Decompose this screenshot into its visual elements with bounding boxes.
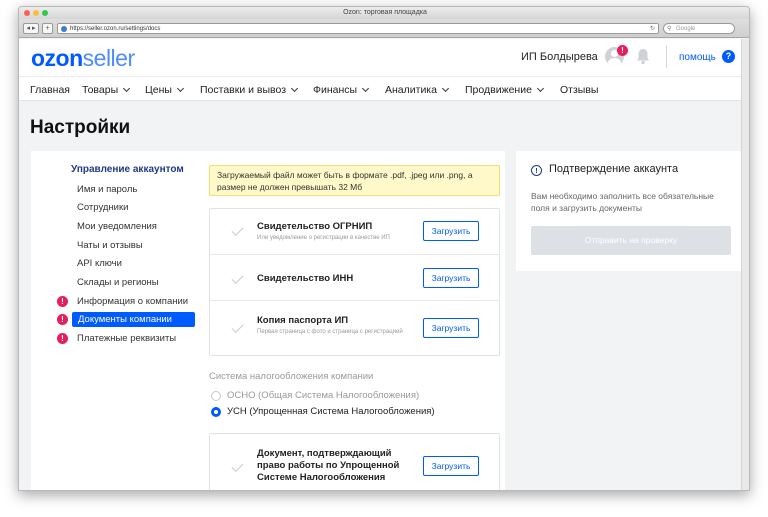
warning-icon: !	[57, 333, 68, 344]
user-name[interactable]: ИП Болдырева	[521, 51, 598, 63]
bell-icon[interactable]	[636, 48, 650, 70]
page-content: ozonseller ИП Болдырева ! помощь ? Главн…	[19, 39, 741, 490]
sidebar-item-warehouses[interactable]: Склады и регионы	[77, 277, 159, 288]
settings-card: Управление аккаунтом Имя и пароль Сотруд…	[31, 151, 505, 490]
document-title: Свидетельство ОГРНИП	[257, 221, 373, 232]
browser-toolbar: ◂ ▸ + https://seller.ozon.ru/settings/do…	[19, 19, 749, 38]
file-format-notice: Загружаемый файл может быть в формате .p…	[209, 165, 500, 196]
radio-osno[interactable]	[211, 391, 221, 401]
document-title: Свидетельство ИНН	[257, 273, 354, 284]
sidebar-item-notifications[interactable]: Мои уведомления	[77, 221, 157, 232]
sidebar-item-payment-details[interactable]: Платежные реквизиты	[77, 333, 176, 344]
warning-icon: !	[57, 296, 68, 307]
usn-document-row: Документ, подтверждающий право работы по…	[209, 433, 500, 490]
page-scrollbar[interactable]	[741, 39, 749, 490]
document-row-inn: Свидетельство ИНН Загрузить	[210, 255, 499, 301]
browser-search-input[interactable]: ⚲ Google	[663, 23, 735, 34]
url-text: https://seller.ozon.ru/settings/docs	[70, 26, 161, 32]
close-window-button[interactable]	[24, 10, 30, 16]
chevron-down-icon	[362, 84, 370, 93]
check-icon	[231, 271, 244, 285]
document-subtitle: Или уведомление о регистрации в качестве…	[257, 235, 390, 241]
sidebar-item-name-password[interactable]: Имя и пароль	[77, 184, 137, 195]
page-title: Настройки	[30, 117, 131, 138]
window-title: Ozon: торговая площадка	[343, 9, 427, 16]
document-title-line-1: Документ, подтверждающий	[257, 448, 392, 459]
chevron-down-icon	[536, 84, 544, 93]
sidebar-item-api-keys[interactable]: API ключи	[77, 258, 122, 269]
document-row-ogrnip: Свидетельство ОГРНИП Или уведомление о р…	[210, 209, 499, 255]
sidebar-item-employees[interactable]: Сотрудники	[77, 202, 128, 213]
check-icon	[231, 223, 244, 237]
account-confirmation-card: ! Подтверждение аккаунта Вам необходимо …	[516, 151, 741, 271]
title-bar: Ozon: торговая площадка	[19, 7, 749, 19]
upload-usn-button[interactable]: Загрузить	[423, 456, 479, 476]
document-subtitle: Первая страница с фото и страница с реги…	[257, 329, 403, 335]
chevron-down-icon	[123, 84, 131, 93]
ozon-seller-logo[interactable]: ozonseller	[31, 45, 135, 72]
tax-system-label: Система налогообложения компании	[209, 371, 374, 382]
sidebar-item-chats-reviews[interactable]: Чаты и отзывы	[77, 240, 143, 251]
sidebar-heading[interactable]: Управление аккаунтом	[71, 164, 184, 175]
browser-window: Ozon: торговая площадка ◂ ▸ + https://se…	[18, 6, 750, 491]
nav-item-reviews[interactable]: Отзывы	[560, 84, 598, 96]
nav-item-products[interactable]: Товары	[82, 84, 131, 96]
nav-item-main[interactable]: Главная	[30, 84, 70, 96]
sidebar-item-company-info[interactable]: Информация о компании	[77, 296, 188, 307]
search-placeholder: Google	[676, 26, 696, 32]
avatar-body	[608, 58, 621, 66]
submit-for-review-button[interactable]: Отправить на проверку	[531, 226, 731, 255]
sidebar-item-company-documents[interactable]: Документы компании	[72, 312, 195, 327]
site-icon	[61, 26, 67, 32]
radio-usn[interactable]	[211, 407, 221, 417]
confirmation-text: Вам необходимо заполнить все обязательны…	[531, 191, 714, 213]
check-icon	[231, 320, 244, 334]
info-icon: !	[531, 165, 542, 176]
check-icon	[231, 459, 244, 473]
document-title-line-2: право работы по Упрощенной	[257, 460, 400, 471]
help-icon[interactable]: ?	[722, 50, 735, 63]
nav-item-analytics[interactable]: Аналитика	[385, 84, 450, 96]
upload-passport-button[interactable]: Загрузить	[423, 318, 479, 338]
minimize-window-button[interactable]	[33, 10, 39, 16]
chevron-down-icon	[176, 84, 184, 93]
search-icon: ⚲	[667, 26, 672, 32]
document-title-line-3: Системе Налогообложения	[257, 472, 386, 483]
main-nav: Главная Товары Цены Поставки и вывоз Фин…	[19, 76, 741, 101]
back-forward-buttons[interactable]: ◂ ▸	[23, 23, 39, 34]
zoom-window-button[interactable]	[42, 10, 48, 16]
reload-icon[interactable]: ↻	[650, 24, 655, 34]
documents-list: Свидетельство ОГРНИП Или уведомление о р…	[209, 208, 500, 356]
new-tab-button[interactable]: +	[42, 23, 53, 34]
confirmation-title: Подтверждение аккаунта	[549, 163, 679, 175]
upload-ogrnip-button[interactable]: Загрузить	[423, 221, 479, 241]
address-bar[interactable]: https://seller.ozon.ru/settings/docs ↻	[57, 23, 659, 34]
radio-osno-label[interactable]: ОСНО (Общая Система Налогообложения)	[227, 390, 419, 401]
help-link[interactable]: помощь	[679, 52, 716, 63]
upload-inn-button[interactable]: Загрузить	[423, 268, 479, 288]
site-header: ozonseller ИП Болдырева ! помощь ?	[19, 39, 741, 76]
warning-icon: !	[57, 314, 68, 325]
nav-item-prices[interactable]: Цены	[145, 84, 184, 96]
nav-item-finance[interactable]: Финансы	[313, 84, 370, 96]
user-warning-badge: !	[617, 45, 628, 56]
radio-usn-label[interactable]: УСН (Упрощенная Система Налогообложения)	[227, 406, 435, 417]
document-row-passport: Копия паспорта ИП Первая страница с фото…	[210, 301, 499, 356]
document-title: Копия паспорта ИП	[257, 315, 349, 326]
chevron-down-icon	[441, 84, 450, 93]
nav-item-promotion[interactable]: Продвижение	[465, 84, 544, 96]
chevron-down-icon	[290, 84, 299, 93]
nav-item-supplies[interactable]: Поставки и вывоз	[200, 84, 299, 96]
header-divider	[666, 46, 667, 68]
